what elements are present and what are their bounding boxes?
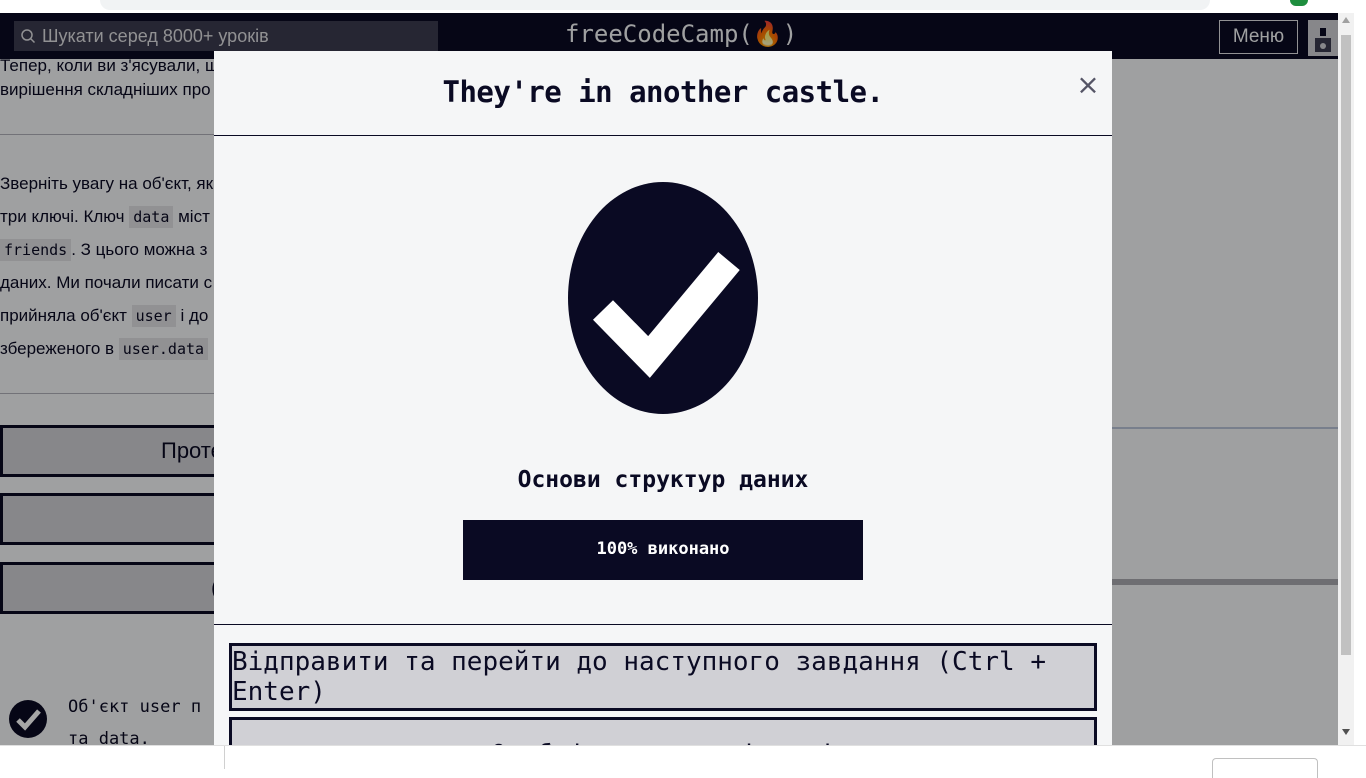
scroll-down-icon[interactable]	[1342, 729, 1350, 735]
close-button[interactable]: ×	[1076, 71, 1100, 99]
divider	[214, 624, 1112, 625]
modal-header: They're in another castle. ×	[214, 51, 1112, 136]
address-bar[interactable]	[100, 0, 1210, 10]
scroll-thumb[interactable]	[1341, 35, 1351, 655]
progress-label: 100% виконано	[596, 539, 730, 559]
bottom-bar	[0, 745, 1366, 778]
submit-next-button[interactable]: Відправити та перейти до наступного завд…	[229, 643, 1097, 711]
browser-chrome	[0, 0, 1366, 13]
completion-modal: They're in another castle. × Основи стру…	[214, 51, 1112, 745]
modal-title: They're in another castle.	[442, 75, 884, 109]
scrollbar[interactable]	[1338, 13, 1354, 745]
bottom-tab[interactable]	[1212, 758, 1318, 778]
block-name: Основи структур даних	[517, 467, 809, 493]
profile-indicator-icon	[1290, 0, 1308, 6]
forum-button[interactable]: Опублікувати на форумі	[229, 717, 1097, 745]
progress-bar: 100% виконано	[463, 520, 863, 580]
scroll-up-icon[interactable]	[1342, 17, 1350, 23]
success-check-icon	[568, 182, 758, 414]
divider	[224, 746, 225, 769]
